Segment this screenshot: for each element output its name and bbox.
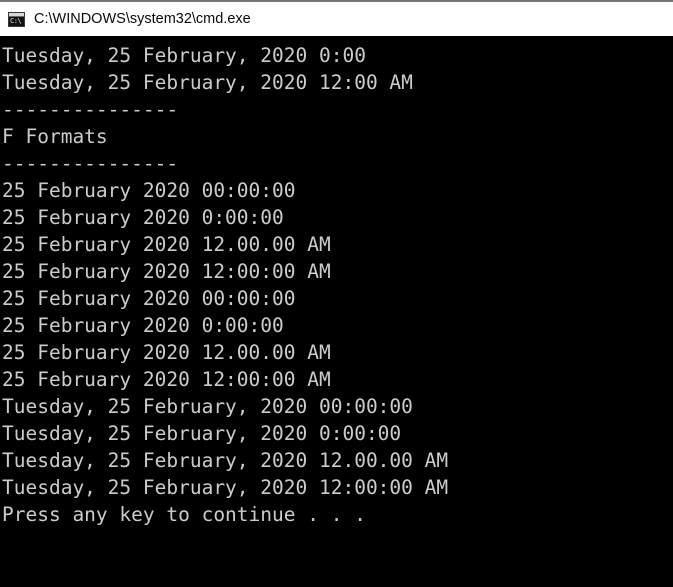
console-output-area[interactable]: Tuesday, 25 February, 2020 0:00 Tuesday, … (0, 36, 673, 587)
console-line: Press any key to continue . . . (2, 503, 366, 526)
cmd-window: C:\ C:\WINDOWS\system32\cmd.exe Tuesday,… (0, 0, 673, 587)
console-line: 25 February 2020 12:00:00 AM (2, 260, 331, 283)
cmd-icon-screen-text: C:\ (9, 16, 24, 26)
console-line: Tuesday, 25 February, 2020 12.00.00 AM (2, 449, 449, 472)
window-titlebar[interactable]: C:\ C:\WINDOWS\system32\cmd.exe (0, 0, 673, 36)
console-line: --------------- (2, 152, 179, 175)
console-line: Tuesday, 25 February, 2020 0:00:00 (2, 422, 402, 445)
console-line: Tuesday, 25 February, 2020 12:00 AM (2, 71, 413, 94)
window-title: C:\WINDOWS\system32\cmd.exe (34, 11, 251, 27)
console-line: 25 February 2020 12.00.00 AM (2, 341, 331, 364)
cmd-console-icon[interactable]: C:\ (8, 11, 25, 27)
console-line: Tuesday, 25 February, 2020 0:00 (2, 44, 366, 67)
console-line: 25 February 2020 00:00:00 (2, 287, 296, 310)
console-line: 25 February 2020 12.00.00 AM (2, 233, 331, 256)
console-line: F Formats (2, 125, 108, 148)
console-line: --------------- (2, 98, 179, 121)
console-line: Tuesday, 25 February, 2020 00:00:00 (2, 395, 413, 418)
console-line: 25 February 2020 0:00:00 (2, 314, 284, 337)
console-line: 25 February 2020 00:00:00 (2, 179, 296, 202)
console-line: 25 February 2020 12:00:00 AM (2, 368, 331, 391)
console-line: 25 February 2020 0:00:00 (2, 206, 284, 229)
console-line: Tuesday, 25 February, 2020 12:00:00 AM (2, 476, 449, 499)
